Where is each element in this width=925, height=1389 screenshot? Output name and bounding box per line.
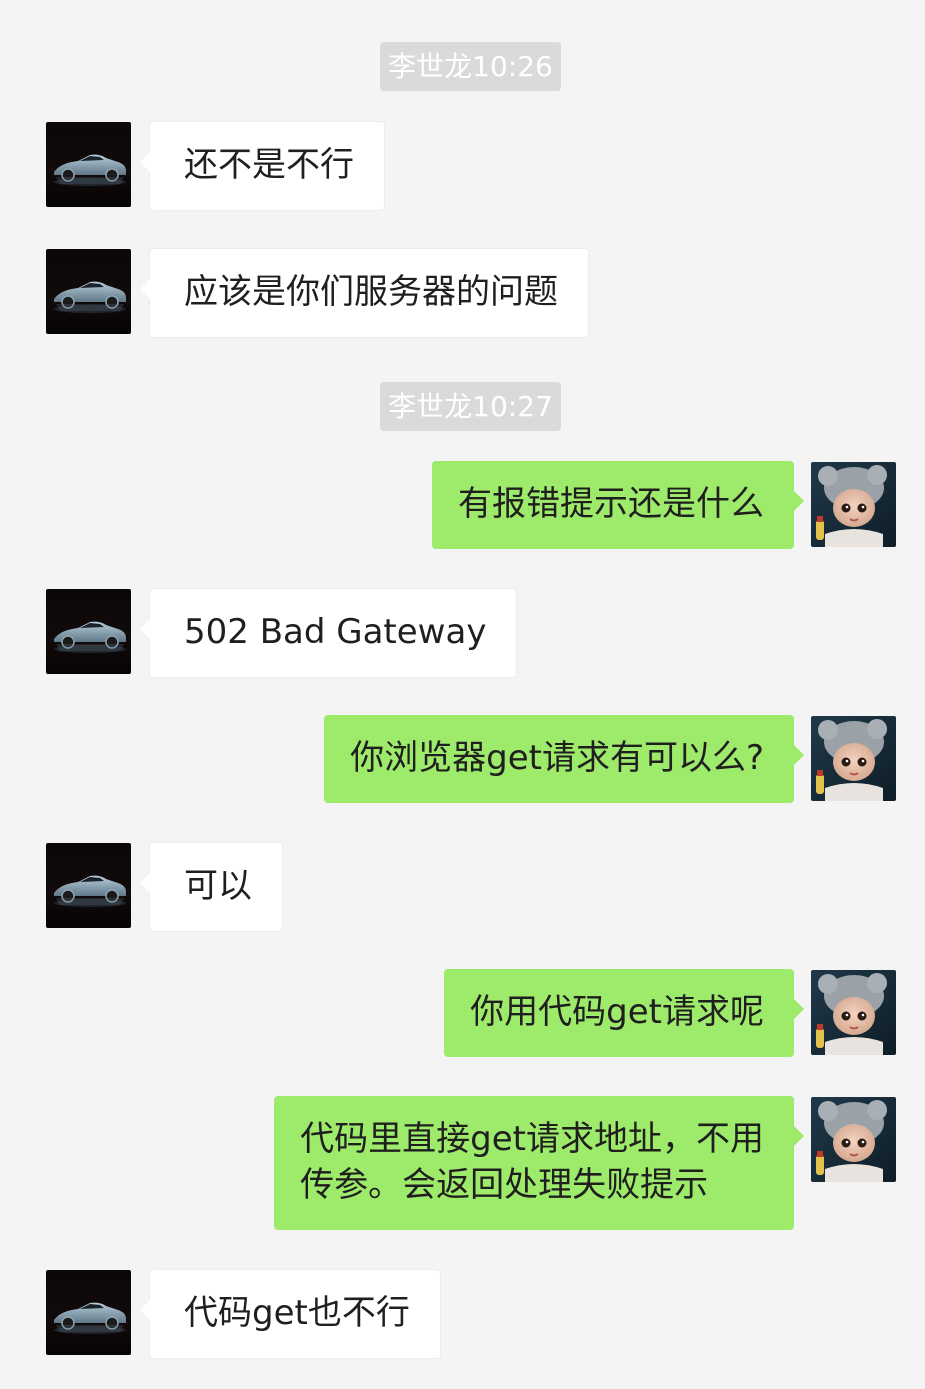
message-bubble-incoming[interactable]: 可以 [140, 842, 283, 932]
timestamp-text: 李世龙10:26 [388, 50, 553, 83]
self-avatar[interactable] [811, 462, 896, 547]
message-text: 代码get也不行 [184, 1293, 410, 1333]
contact-avatar[interactable] [46, 1270, 131, 1355]
timestamp-divider: 李世龙10:27 [380, 382, 561, 431]
message-text: 你用代码get请求呢 [470, 992, 764, 1032]
self-avatar[interactable] [811, 970, 896, 1055]
message-bubble-incoming[interactable]: 502 Bad Gateway [139, 588, 518, 678]
doll-avatar-icon [811, 1097, 896, 1182]
message-bubble-outgoing[interactable]: 代码里直接get请求地址，不用 传参。会返回处理失败提示 [274, 1096, 804, 1230]
car-avatar-icon [46, 122, 131, 207]
car-avatar-icon [46, 1270, 131, 1355]
doll-avatar-icon [811, 462, 896, 547]
contact-avatar[interactable] [46, 589, 131, 674]
car-avatar-icon [46, 589, 131, 674]
doll-avatar-icon [811, 716, 896, 801]
message-text-line: 代码里直接get请求地址，不用 [300, 1119, 764, 1159]
message-text: 502 Bad Gateway [184, 612, 487, 652]
message-bubble-outgoing[interactable]: 有报错提示还是什么 [432, 461, 804, 549]
message-text: 应该是你们服务器的问题 [184, 272, 558, 312]
contact-avatar[interactable] [46, 122, 131, 207]
car-avatar-icon [46, 249, 131, 334]
self-avatar[interactable] [811, 716, 896, 801]
timestamp-divider: 李世龙10:26 [380, 42, 561, 91]
self-avatar[interactable] [811, 1097, 896, 1182]
message-text-line: 传参。会返回处理失败提示 [300, 1165, 709, 1205]
message-bubble-incoming[interactable]: 应该是你们服务器的问题 [140, 248, 589, 338]
timestamp-text: 李世龙10:27 [388, 390, 553, 423]
message-text: 有报错提示还是什么 [458, 484, 764, 524]
message-text: 你浏览器get请求有可以么? [350, 738, 764, 778]
contact-avatar[interactable] [46, 249, 131, 334]
doll-avatar-icon [811, 970, 896, 1055]
message-bubble-outgoing[interactable]: 你用代码get请求呢 [444, 969, 804, 1057]
message-bubble-incoming[interactable]: 还不是不行 [140, 121, 385, 211]
message-text: 还不是不行 [184, 145, 354, 185]
message-bubble-incoming[interactable]: 代码get也不行 [140, 1269, 441, 1359]
contact-avatar[interactable] [46, 843, 131, 928]
car-avatar-icon [46, 843, 131, 928]
message-text: 可以 [184, 866, 252, 906]
message-bubble-outgoing[interactable]: 你浏览器get请求有可以么? [324, 715, 804, 803]
